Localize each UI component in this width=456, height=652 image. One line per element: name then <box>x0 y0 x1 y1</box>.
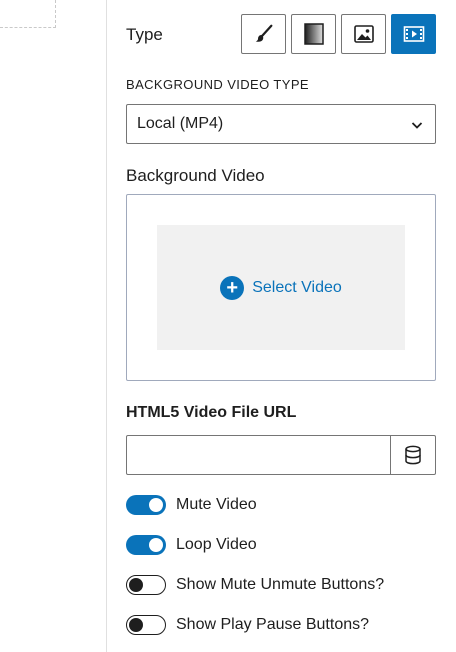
loop-video-row: Loop Video <box>126 535 257 555</box>
video-placeholder: + Select Video <box>157 225 405 350</box>
show-play-pause-toggle[interactable] <box>126 615 166 635</box>
show-mute-buttons-label: Show Mute Unmute Buttons? <box>176 576 385 593</box>
html5-url-input[interactable] <box>126 435 391 475</box>
show-mute-buttons-toggle[interactable] <box>126 575 166 595</box>
show-play-pause-row: Show Play Pause Buttons? <box>126 615 369 635</box>
mute-video-toggle[interactable] <box>126 495 166 515</box>
mute-video-row: Mute Video <box>126 495 257 515</box>
select-video-label: Select Video <box>252 278 342 296</box>
plus-circle-icon: + <box>220 275 245 300</box>
type-video-button[interactable] <box>391 14 436 54</box>
show-play-pause-label: Show Play Pause Buttons? <box>176 616 370 633</box>
image-icon <box>353 25 374 43</box>
database-button[interactable] <box>390 435 436 475</box>
html5-url-label: HTML5 Video File URL <box>126 404 297 421</box>
settings-panel: Type BACKGROUND VIDEO TYPE Local (MP4) B… <box>107 0 456 652</box>
type-button-group <box>241 14 436 54</box>
chevron-down-icon <box>411 122 423 129</box>
gradient-icon <box>303 23 324 45</box>
paintbrush-icon <box>255 24 272 42</box>
canvas-area <box>0 0 106 652</box>
loop-video-toggle[interactable] <box>126 535 166 555</box>
type-image-button[interactable] <box>341 14 386 54</box>
type-gradient-button[interactable] <box>291 14 336 54</box>
background-video-type-label: BACKGROUND VIDEO TYPE <box>126 77 309 92</box>
background-video-type-select[interactable]: Local (MP4) <box>126 104 436 144</box>
block-outline <box>0 0 56 28</box>
video-icon <box>403 26 424 42</box>
type-label: Type <box>126 25 163 44</box>
type-classic-button[interactable] <box>241 14 286 54</box>
background-video-label: Background Video <box>126 166 265 185</box>
loop-video-label: Loop Video <box>176 536 257 553</box>
select-video-button[interactable]: + Select Video <box>220 275 342 300</box>
selected-value: Local (MP4) <box>137 115 224 132</box>
mute-video-label: Mute Video <box>176 496 257 513</box>
video-upload-box: + Select Video <box>126 194 436 381</box>
database-icon <box>405 445 421 465</box>
show-mute-buttons-row: Show Mute Unmute Buttons? <box>126 575 384 595</box>
